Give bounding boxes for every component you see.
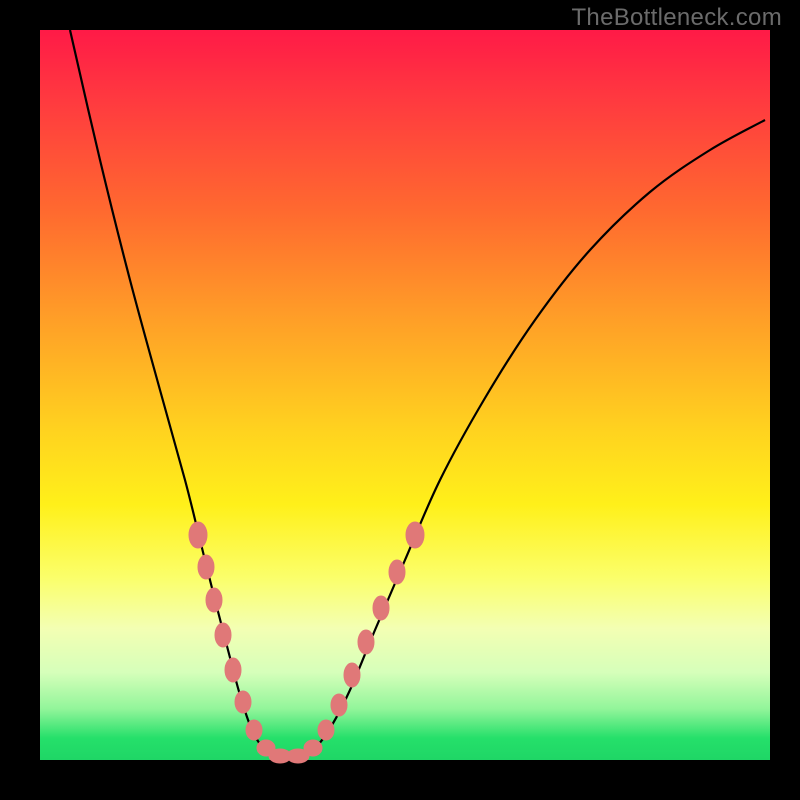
- curve-bead: [304, 740, 322, 756]
- curve-bead: [215, 623, 231, 647]
- curve-bead: [225, 658, 241, 682]
- curve-bead: [344, 663, 360, 687]
- curve-bead: [189, 522, 207, 548]
- curve-bead: [331, 694, 347, 716]
- chart-canvas: TheBottleneck.com: [0, 0, 800, 800]
- curve-bead: [206, 588, 222, 612]
- plot-area: [40, 30, 770, 760]
- bottleneck-curve: [70, 30, 765, 758]
- curve-bead: [235, 691, 251, 713]
- curve-bead: [389, 560, 405, 584]
- chart-svg: [40, 30, 770, 760]
- curve-bead: [318, 720, 334, 740]
- curve-bead: [358, 630, 374, 654]
- curve-bead: [198, 555, 214, 579]
- bead-group: [189, 522, 424, 763]
- curve-bead: [373, 596, 389, 620]
- watermark-text: TheBottleneck.com: [571, 4, 782, 32]
- curve-bead: [406, 522, 424, 548]
- curve-bead: [246, 720, 262, 740]
